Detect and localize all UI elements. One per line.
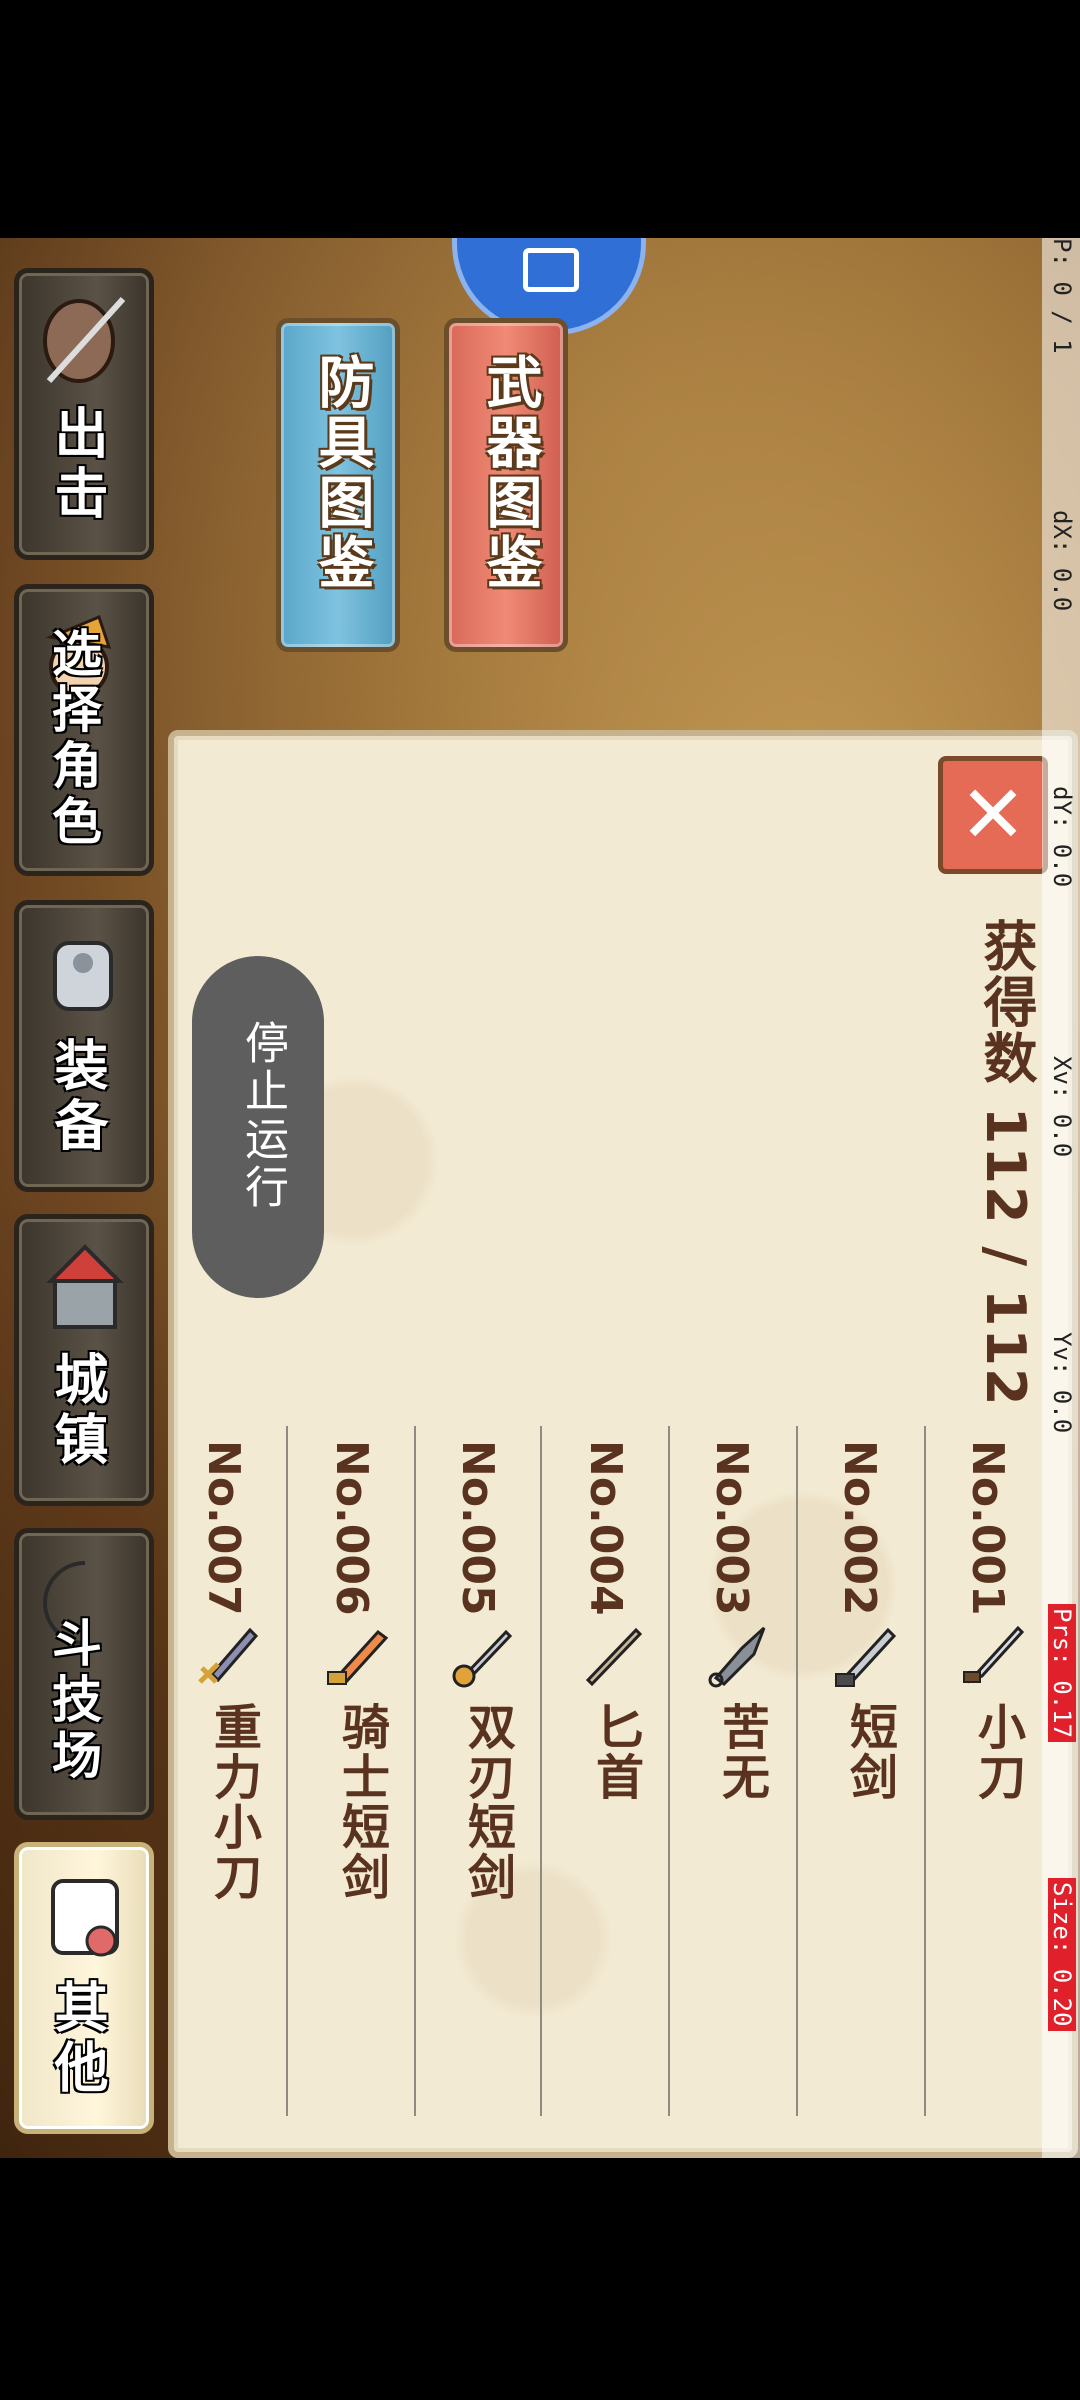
- scroll-icon: [51, 1879, 119, 1957]
- list-divider: [796, 1426, 798, 2116]
- debug-dx: dX: 0.0: [1048, 510, 1076, 612]
- screen: 武器图鉴 防具图鉴 出击 选择角色 装备 城镇 斗技场 其他 ✕ 获得数 112…: [0, 0, 1080, 2400]
- menu-equipment-label: 装备: [45, 1037, 108, 1157]
- weapon-item-003[interactable]: No.003 苦无: [692, 1440, 792, 1910]
- knife-icon: [963, 1625, 1025, 1684]
- dagger-icon: [585, 1627, 643, 1687]
- helmet-sword-icon: [43, 296, 126, 384]
- menu-sortie-label: 出击: [45, 405, 108, 525]
- list-divider: [668, 1426, 670, 2116]
- weapon-item-004[interactable]: No.004 匕首: [566, 1440, 666, 1910]
- menu-other-label: 其他: [45, 1979, 108, 2099]
- weapon-name: 骑士短剑: [333, 1702, 389, 1902]
- list-divider: [414, 1426, 416, 2116]
- knight-sword-icon: [327, 1629, 389, 1685]
- debug-xv: Xv: 0.0: [1048, 1056, 1076, 1158]
- tab-weapons-label: 武器图鉴: [477, 353, 542, 593]
- tab-armor-encyclopedia[interactable]: 防具图鉴: [276, 318, 400, 652]
- weapon-item-006[interactable]: No.006 骑士短剑: [312, 1440, 412, 1910]
- debug-dy: dY: 0.0: [1048, 786, 1076, 888]
- weapon-number: No.003: [706, 1440, 757, 1616]
- menu-town-label: 城镇: [45, 1351, 108, 1471]
- menu-other-button[interactable]: 其他: [14, 1842, 154, 2134]
- weapon-item-002[interactable]: No.002 短剑: [820, 1440, 920, 1910]
- debug-size: Size: 0.20: [1048, 1878, 1076, 2031]
- menu-sortie-button[interactable]: 出击: [14, 268, 154, 560]
- list-divider: [924, 1426, 926, 2116]
- weapon-item-007[interactable]: No.007 重力小刀: [184, 1440, 284, 1910]
- weapon-item-005[interactable]: No.005 双刃短剑: [438, 1440, 538, 1910]
- weapon-number: No.005: [452, 1440, 503, 1616]
- gravity-knife-icon: [198, 1627, 259, 1684]
- armor-icon: [53, 941, 113, 1011]
- stop-running-label: 停止运行: [237, 1020, 288, 1212]
- tab-weapons-encyclopedia[interactable]: 武器图鉴: [444, 318, 568, 652]
- debug-yv: Yv: 0.0: [1048, 1332, 1076, 1434]
- weapon-number: No.006: [326, 1440, 377, 1616]
- weapon-item-001[interactable]: No.001 小刀: [948, 1440, 1048, 1910]
- menu-select-character-button[interactable]: 选择角色: [14, 584, 154, 876]
- close-button[interactable]: ✕: [938, 756, 1048, 874]
- menu-arena-label: 斗技场: [44, 1617, 102, 1785]
- weapon-name: 双刃短剑: [459, 1702, 515, 1902]
- list-divider: [540, 1426, 542, 2116]
- menu-town-button[interactable]: 城镇: [14, 1214, 154, 1506]
- debug-pressure: Prs: 0.17: [1048, 1604, 1076, 1743]
- weapon-name: 短剑: [841, 1702, 897, 1802]
- weapon-name: 小刀: [969, 1702, 1025, 1802]
- kunai-icon: [708, 1626, 766, 1688]
- weapon-number: No.001: [962, 1440, 1013, 1616]
- weapon-name: 苦无: [713, 1702, 769, 1802]
- twin-blade-icon: [452, 1629, 513, 1688]
- debug-pointer-count: P: 0 / 1: [1048, 238, 1076, 354]
- weapon-number: No.002: [834, 1440, 885, 1616]
- weapon-number: No.004: [580, 1440, 631, 1616]
- tab-armor-label: 防具图鉴: [309, 353, 374, 593]
- collected-count: 获得数 112 / 112: [974, 918, 1037, 1408]
- close-icon: ✕: [959, 768, 1027, 861]
- town-icon: [46, 1244, 124, 1329]
- weapon-name: 重力小刀: [205, 1702, 261, 1902]
- menu-select-character-label: 选择角色: [44, 627, 102, 851]
- weapon-number: No.007: [198, 1440, 249, 1616]
- stop-running-toast[interactable]: 停止运行: [192, 956, 324, 1298]
- short-sword-icon: [835, 1627, 897, 1687]
- list-divider: [286, 1426, 288, 2116]
- weapon-name: 匕首: [587, 1702, 643, 1802]
- menu-equipment-button[interactable]: 装备: [14, 900, 154, 1192]
- debug-overlay: P: 0 / 1 dX: 0.0 dY: 0.0 Xv: 0.0 Yv: 0.0…: [1042, 238, 1080, 2158]
- menu-arena-button[interactable]: 斗技场: [14, 1528, 154, 1820]
